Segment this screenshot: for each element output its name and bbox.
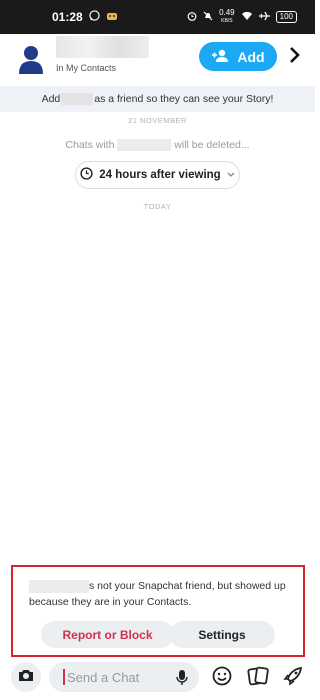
avatar[interactable] [18, 44, 44, 74]
chevron-right-icon[interactable] [289, 46, 301, 69]
sticker-cards-icon[interactable] [247, 666, 269, 691]
chat-header: In My Contacts Add [0, 34, 315, 82]
network-speed: 0.49 KB/S [219, 9, 235, 25]
mute-icon [203, 11, 213, 24]
date-separator: 21 NOVEMBER [128, 116, 187, 125]
chat-input-placeholder: Send a Chat [67, 669, 140, 685]
chat-input-bar: Send a Chat [0, 660, 315, 700]
text-caret [63, 669, 65, 685]
airplane-icon [258, 11, 270, 24]
camera-icon [18, 668, 34, 687]
chat-timer-label: 24 hours after viewing [99, 169, 221, 181]
chat-delete-note: Chats with will be deleted... [0, 139, 315, 152]
delete-note-name-redacted [117, 139, 172, 152]
delete-note-suffix: will be deleted... [174, 139, 250, 151]
contact-subtitle: In My Contacts [56, 63, 117, 73]
rocket-icon[interactable] [283, 666, 303, 691]
status-time: 01:28 [52, 10, 83, 24]
banner-suffix: as a friend so they can see your Story! [94, 93, 274, 105]
chevron-down-icon [227, 170, 235, 180]
notice-name-redacted [29, 579, 89, 593]
status-bar: 01:28 0.49 KB/S 100 [0, 0, 315, 34]
chat-timer-dropdown[interactable]: 24 hours after viewing [75, 161, 240, 189]
smiley-icon[interactable] [212, 666, 232, 691]
clock-icon [80, 167, 93, 183]
report-or-block-button[interactable]: Report or Block [41, 621, 174, 648]
network-speed-unit: KB/S [221, 18, 233, 24]
notice-text: s not your Snapchat friend, but showed u… [29, 578, 299, 610]
contact-notice-panel: s not your Snapchat friend, but showed u… [11, 565, 305, 657]
banner-name-redacted [61, 93, 94, 105]
notification-app-icon [106, 10, 118, 24]
banner-prefix: Add [41, 93, 61, 105]
contact-name-redacted[interactable] [56, 36, 149, 58]
add-friend-label: Add [237, 48, 265, 65]
whatsapp-icon [89, 10, 100, 24]
network-speed-value: 0.49 [219, 8, 235, 17]
add-friend-button[interactable]: Add [199, 42, 277, 71]
delete-note-prefix: Chats with [65, 139, 115, 151]
wifi-icon [241, 11, 253, 24]
alarm-icon [187, 11, 197, 24]
add-user-icon [211, 49, 229, 65]
add-friend-banner[interactable]: Add as a friend so they can see your Sto… [0, 86, 315, 112]
battery-indicator: 100 [275, 11, 297, 23]
status-right: 0.49 KB/S 100 [187, 9, 297, 25]
settings-button[interactable]: Settings [169, 621, 275, 648]
camera-button[interactable] [11, 662, 41, 692]
microphone-icon[interactable] [176, 669, 188, 691]
today-separator: TODAY [143, 202, 172, 211]
status-left: 01:28 [52, 10, 118, 24]
